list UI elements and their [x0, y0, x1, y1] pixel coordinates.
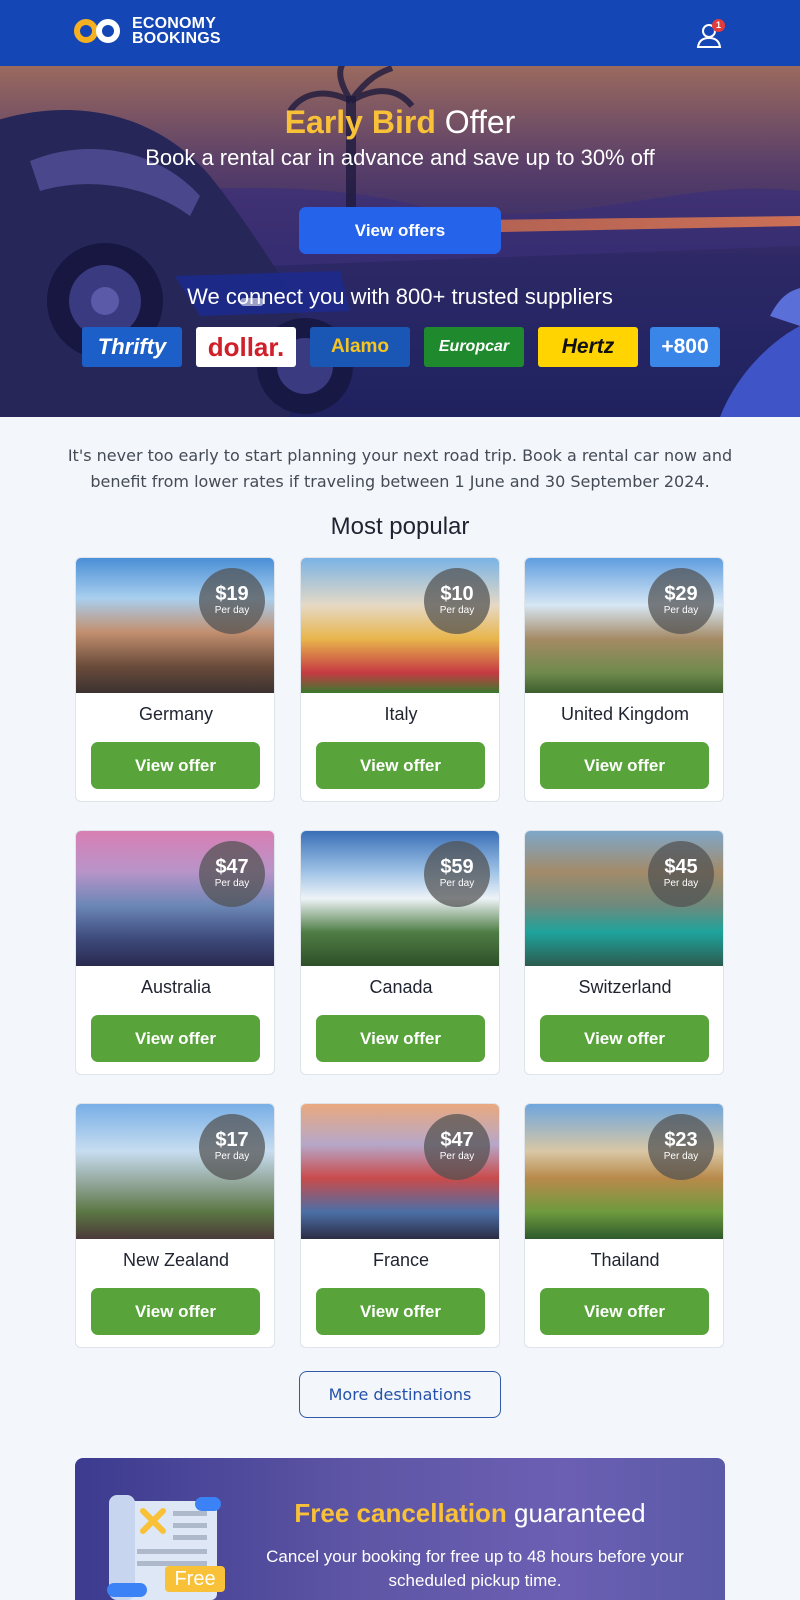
free-cancellation-title: Free cancellation guaranteed: [245, 1498, 695, 1529]
account-button[interactable]: 1: [696, 19, 725, 50]
view-offer-button[interactable]: View offer: [540, 1288, 709, 1335]
intro-text: It's never too early to start planning y…: [67, 446, 733, 491]
price-amount: $29: [664, 583, 698, 605]
free-badge: Free: [165, 1566, 225, 1592]
top-header: ECONOMY BOOKINGS 1: [0, 0, 800, 66]
hero-title-accent: Early Bird: [284, 104, 436, 140]
free-cancellation-text: Cancel your booking for free up to 48 ho…: [266, 1547, 684, 1590]
price-amount: $47: [440, 1129, 474, 1151]
logo-line-2: BOOKINGS: [132, 30, 221, 47]
price-unit: Per day: [214, 1151, 250, 1162]
most-popular-heading: Most popular: [330, 513, 470, 540]
destination-card-italy: $10 Per day Italy View offer: [300, 557, 500, 802]
price-unit: Per day: [663, 605, 699, 616]
promo-title-rest: guaranteed: [514, 1498, 646, 1528]
price-badge: $19 Per day: [199, 568, 265, 634]
view-offer-button[interactable]: View offer: [91, 1015, 260, 1062]
hero-title-rest: Offer: [444, 104, 516, 140]
logo-line-1: ECONOMY: [132, 15, 217, 32]
price-amount: $23: [664, 1129, 698, 1151]
price-unit: Per day: [663, 878, 699, 889]
destination-card-new-zealand: $17 Per day New Zealand View offer: [75, 1103, 275, 1348]
destination-card-germany: $19 Per day Germany View offer: [75, 557, 275, 802]
price-badge: $10 Per day: [424, 568, 490, 634]
destination-name: United Kingdom: [560, 704, 690, 724]
hero-banner: Early Bird Offer Book a rental car in ad…: [0, 66, 800, 417]
destination-card-united-kingdom: $29 Per day United Kingdom View offer: [524, 557, 724, 802]
suppliers-text: We connect you with 800+ trusted supplie…: [187, 284, 613, 309]
price-badge: $23 Per day: [648, 1114, 714, 1180]
notification-badge: 1: [712, 19, 725, 32]
price-unit: Per day: [439, 1151, 475, 1162]
view-offer-button[interactable]: View offer: [540, 742, 709, 789]
hero-subtitle: Book a rental car in advance and save up…: [145, 145, 655, 170]
brand-thrifty-logo: Thrifty: [82, 327, 182, 367]
price-amount: $10: [440, 583, 474, 605]
hero-title: Early Bird Offer: [0, 104, 800, 141]
destination-name: Italy: [384, 704, 418, 724]
destination-name: Germany: [138, 704, 214, 724]
price-unit: Per day: [439, 605, 475, 616]
price-badge: $29 Per day: [648, 568, 714, 634]
price-amount: $47: [215, 856, 249, 878]
price-badge: $47 Per day: [424, 1114, 490, 1180]
price-badge: $17 Per day: [199, 1114, 265, 1180]
price-badge: $47 Per day: [199, 841, 265, 907]
brand-hertz-logo: Hertz: [538, 327, 638, 367]
price-badge: $45 Per day: [648, 841, 714, 907]
view-offer-button[interactable]: View offer: [316, 1288, 485, 1335]
destination-name: France: [372, 1250, 430, 1270]
free-cancellation-panel: Free Free cancellation guaranteed Cancel…: [75, 1458, 725, 1600]
destination-card-canada: $59 Per day Canada View offer: [300, 830, 500, 1075]
promo-title-accent: Free cancellation: [294, 1498, 507, 1528]
price-unit: Per day: [214, 605, 250, 616]
destination-card-australia: $47 Per day Australia View offer: [75, 830, 275, 1075]
view-offer-button[interactable]: View offer: [316, 1015, 485, 1062]
logo-rings-icon: [74, 16, 126, 46]
destination-name: Australia: [140, 977, 212, 997]
view-offer-button[interactable]: View offer: [91, 742, 260, 789]
logo[interactable]: ECONOMY BOOKINGS: [74, 15, 221, 47]
destination-name: Canada: [369, 977, 433, 997]
price-amount: $17: [215, 1129, 249, 1151]
view-offer-button[interactable]: View offer: [91, 1288, 260, 1335]
price-unit: Per day: [439, 878, 475, 889]
brand-europcar-logo: Europcar: [424, 327, 524, 367]
destination-card-france: $47 Per day France View offer: [300, 1103, 500, 1348]
price-unit: Per day: [214, 878, 250, 889]
price-unit: Per day: [663, 1151, 699, 1162]
view-offer-button[interactable]: View offer: [540, 1015, 709, 1062]
brand-dollar-logo: dollar.: [196, 327, 296, 367]
more-destinations-button[interactable]: More destinations: [299, 1371, 501, 1418]
price-amount: $59: [440, 856, 474, 878]
brand-alamo-logo: Alamo: [310, 327, 410, 367]
destination-card-thailand: $23 Per day Thailand View offer: [524, 1103, 724, 1348]
destination-name: Thailand: [590, 1250, 660, 1270]
logo-text: ECONOMY BOOKINGS: [132, 15, 221, 47]
price-badge: $59 Per day: [424, 841, 490, 907]
more-suppliers-badge: +800: [650, 327, 720, 367]
price-amount: $45: [664, 856, 698, 878]
view-offer-button[interactable]: View offer: [316, 742, 485, 789]
destination-name: Switzerland: [578, 977, 672, 997]
destination-card-switzerland: $45 Per day Switzerland View offer: [524, 830, 724, 1075]
price-amount: $19: [215, 583, 249, 605]
destination-name: New Zealand: [122, 1250, 230, 1270]
view-offers-button[interactable]: View offers: [299, 207, 501, 254]
